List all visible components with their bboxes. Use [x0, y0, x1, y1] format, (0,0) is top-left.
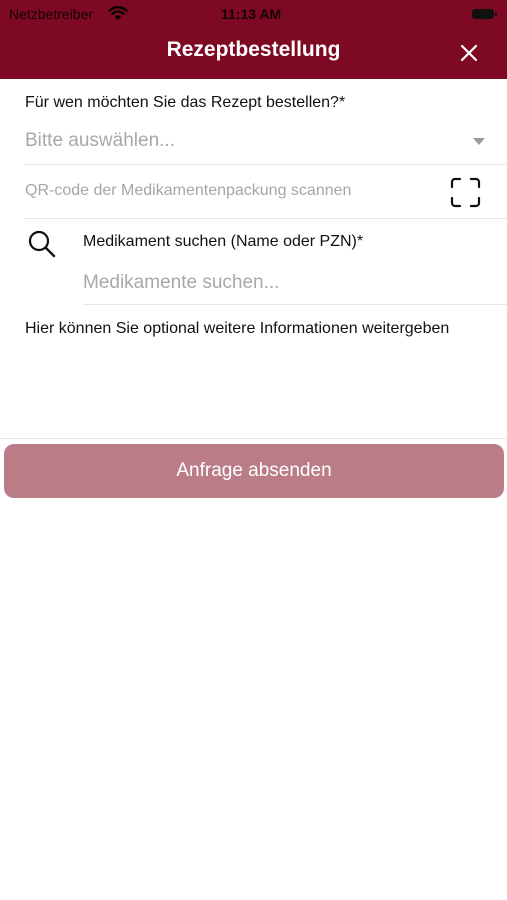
prescription-order-screen: Netzbetreiber 11:13 AM Rezeptbestellung …: [0, 0, 507, 900]
header-bar: Netzbetreiber 11:13 AM Rezeptbestellung: [0, 0, 507, 79]
recipient-select[interactable]: Bitte auswählen...: [25, 130, 175, 152]
divider: [0, 438, 507, 439]
divider: [25, 218, 507, 219]
qr-scan-label[interactable]: QR-code der Medikamentenpackung scannen: [25, 182, 351, 200]
submit-request-button[interactable]: Anfrage absenden: [4, 444, 504, 498]
divider: [83, 304, 507, 305]
battery-icon: [472, 9, 497, 19]
divider: [25, 164, 507, 165]
scan-frame-icon[interactable]: [449, 176, 482, 209]
page-title: Rezeptbestellung: [166, 38, 341, 61]
medication-search-input[interactable]: [83, 268, 503, 298]
medication-label: Medikament suchen (Name oder PZN)*: [83, 233, 364, 250]
status-bar: Netzbetreiber 11:13 AM: [0, 0, 507, 28]
carrier-name: Netzbetreiber: [9, 6, 94, 22]
recipient-label: Für wen möchten Sie das Rezept bestellen…: [25, 94, 346, 111]
wifi-icon: [108, 6, 128, 20]
status-time: 11:13 AM: [221, 6, 282, 22]
chevron-down-icon[interactable]: [473, 138, 485, 145]
additional-info-field[interactable]: [25, 318, 495, 428]
close-icon[interactable]: [455, 39, 483, 67]
search-icon: [28, 230, 56, 258]
